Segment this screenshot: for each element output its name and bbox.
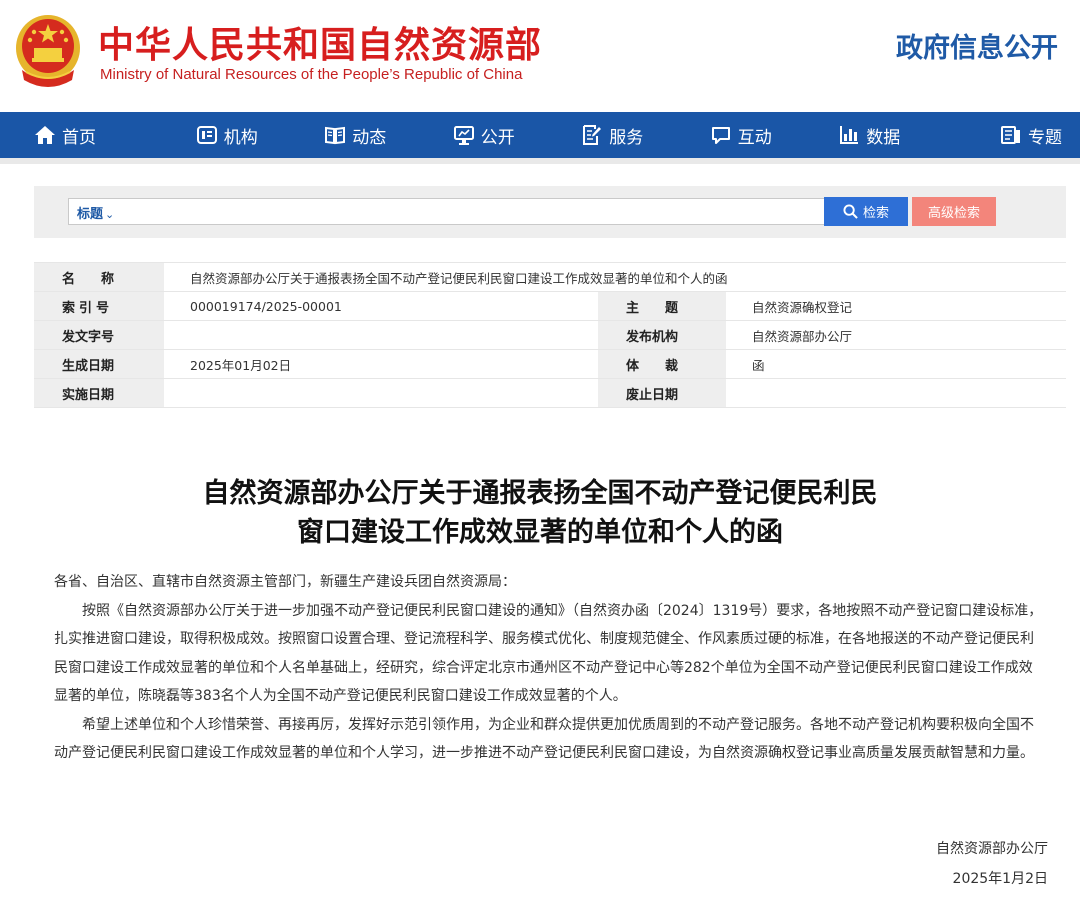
article-signature-block: 自然资源部办公厅 2025年1月2日 (936, 834, 1048, 894)
article-paragraph: 按照《自然资源部办公厅关于进一步加强不动产登记便民利民窗口建设的通知》（自然资办… (54, 602, 1043, 705)
search-input[interactable] (121, 201, 841, 222)
meta-row-effective: 实施日期 废止日期 (34, 378, 1066, 408)
meta-label-genre: 体裁 (598, 349, 726, 379)
nav-item-interaction[interactable]: 互动 (677, 112, 806, 158)
nav-item-label: 互动 (737, 127, 772, 148)
meta-label-expire: 废止日期 (598, 378, 726, 408)
nav-item-label: 首页 (62, 127, 96, 148)
meta-label-index: 索引号 (34, 291, 164, 321)
document-metadata-table: 名称 自然资源部办公厅关于通报表扬全国不动产登记便民利民窗口建设工作成效显著的单… (34, 262, 1066, 408)
meta-value-expire (726, 378, 1066, 408)
nav-item-label: 数据 (866, 127, 901, 148)
search-bar: 标题 ⌄ 检索 高级检索 (34, 186, 1066, 238)
meta-value-created: 2025年01月02日 (164, 349, 598, 379)
meta-label-topic: 主题 (598, 291, 726, 321)
national-emblem-icon (16, 15, 80, 87)
gov-info-title[interactable]: 政府信息公开 (896, 26, 1058, 65)
main-nav: 首页 机构 动态 公开 服务 互动 数据 专题 (0, 112, 1080, 158)
meta-row-docno: 发文字号 发布机构 自然资源部办公厅 (34, 320, 1066, 350)
chevron-down-icon: ⌄ (105, 208, 115, 221)
meta-row-created: 生成日期 2025年01月02日 体裁 函 (34, 349, 1066, 379)
organization-icon (196, 126, 217, 144)
nav-item-label: 机构 (223, 127, 258, 148)
monitor-icon (453, 126, 474, 145)
article-date: 2025年1月2日 (952, 871, 1048, 887)
bar-chart-icon (840, 126, 859, 144)
meta-row-index: 索引号 000019174/2025-00001 主题 自然资源确权登记 (34, 291, 1066, 321)
meta-label-effective: 实施日期 (34, 378, 164, 408)
meta-value-effective (164, 378, 598, 408)
nav-item-organization[interactable]: 机构 (163, 112, 292, 158)
nav-item-label: 动态 (352, 127, 387, 148)
book-icon (325, 126, 346, 145)
meta-label-docno: 发文字号 (34, 320, 164, 350)
article-paragraph: 希望上述单位和个人珍惜荣誉、再接再厉，发挥好示范引领作用，为企业和群众提供更加优… (54, 716, 1034, 762)
search-icon (843, 204, 858, 219)
meta-value-genre: 函 (726, 349, 1066, 379)
nav-item-home[interactable]: 首页 (0, 112, 163, 158)
meta-value-publisher: 自然资源部办公厅 (726, 320, 1066, 350)
ministry-title-en: Ministry of Natural Resources of the Peo… (100, 66, 523, 83)
search-type-dropdown[interactable]: 标题 ⌄ (77, 203, 114, 222)
article-body: 各省、自治区、直辖市自然资源主管部门，新疆生产建设兵团自然资源局： 按照《自然资… (54, 568, 1046, 768)
meta-row-name: 名称 自然资源部办公厅关于通报表扬全国不动产登记便民利民窗口建设工作成效显著的单… (34, 262, 1066, 292)
advanced-search-button[interactable]: 高级检索 (912, 197, 996, 226)
article-signature: 自然资源部办公厅 (936, 841, 1048, 857)
search-button[interactable]: 检索 (824, 197, 908, 226)
nav-divider (0, 158, 1080, 164)
meta-value-name: 自然资源部办公厅关于通报表扬全国不动产登记便民利民窗口建设工作成效显著的单位和个… (164, 262, 1066, 292)
site-header: 中华人民共和国自然资源部 Ministry of Natural Resourc… (0, 0, 1080, 112)
meta-value-docno (164, 320, 598, 350)
nav-item-data[interactable]: 数据 (805, 112, 934, 158)
edit-document-icon (583, 125, 602, 145)
article-salutation: 各省、自治区、直辖市自然资源主管部门，新疆生产建设兵团自然资源局： (54, 574, 516, 590)
nav-item-news[interactable]: 动态 (291, 112, 420, 158)
nav-item-disclosure[interactable]: 公开 (420, 112, 549, 158)
meta-label-name: 名称 (34, 262, 164, 292)
article-title: 自然资源部办公厅关于通报表扬全国不动产登记便民利民 窗口建设工作成效显著的单位和… (0, 474, 1080, 552)
meta-label-publisher: 发布机构 (598, 320, 726, 350)
article-title-line: 自然资源部办公厅关于通报表扬全国不动产登记便民利民 (202, 478, 878, 509)
ministry-title-cn: 中华人民共和国自然资源部 (98, 25, 543, 66)
advanced-search-label: 高级检索 (927, 206, 980, 221)
article-title-line: 窗口建设工作成效显著的单位和个人的函 (297, 517, 783, 548)
meta-value-index: 000019174/2025-00001 (164, 291, 598, 321)
nav-item-label: 公开 (480, 127, 515, 148)
home-icon (35, 126, 55, 144)
search-type-label: 标题 (77, 207, 104, 222)
nav-item-label: 服务 (609, 127, 644, 148)
search-button-label: 检索 (862, 206, 889, 221)
meta-label-created: 生成日期 (34, 349, 164, 379)
nav-item-topics[interactable]: 专题 (934, 112, 1080, 158)
nav-item-service[interactable]: 服务 (548, 112, 677, 158)
search-box: 标题 ⌄ (68, 198, 852, 225)
nav-item-label: 专题 (1028, 127, 1062, 148)
meta-value-topic: 自然资源确权登记 (726, 291, 1066, 321)
topic-icon (1001, 126, 1020, 144)
chat-icon (711, 127, 730, 144)
